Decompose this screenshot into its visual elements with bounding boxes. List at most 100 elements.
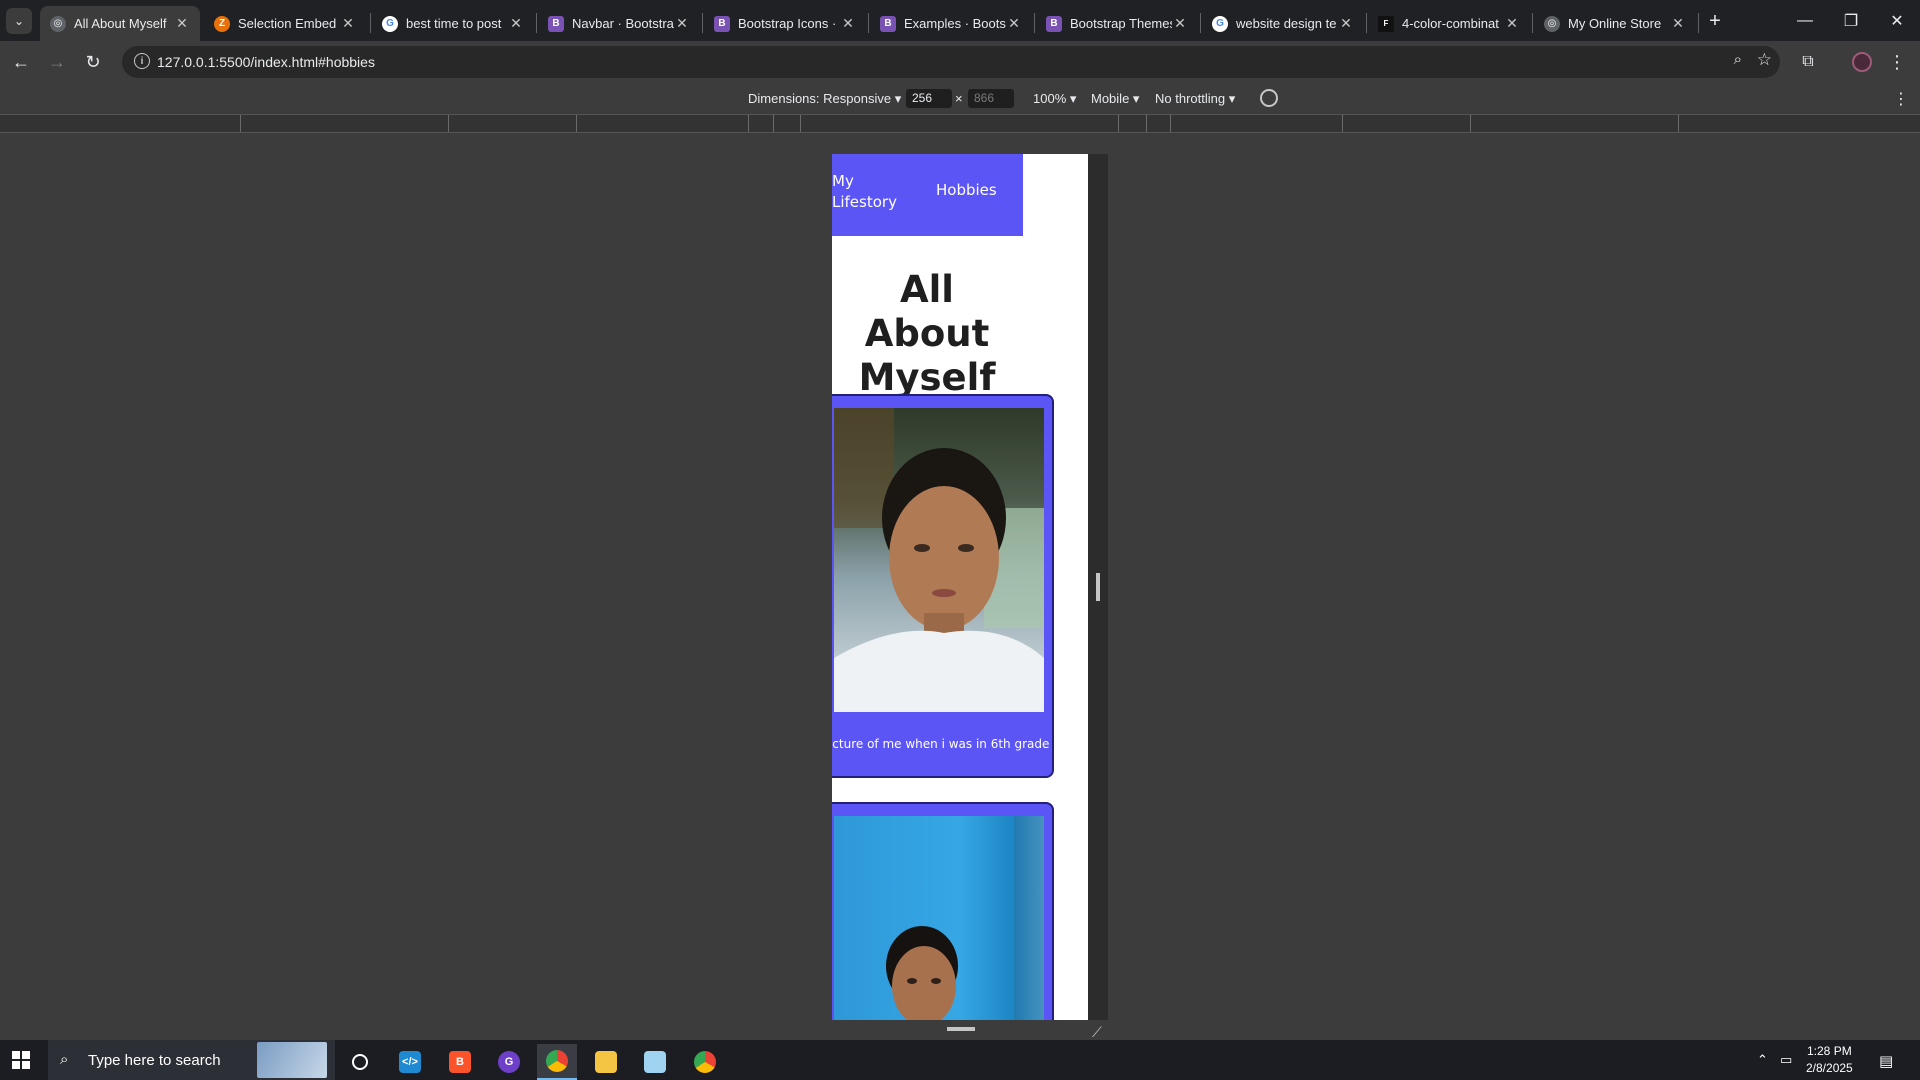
bootstrap-icon: B xyxy=(1046,15,1062,32)
reload-icon: ↻ xyxy=(85,51,101,72)
chrome-icon xyxy=(546,1050,568,1072)
notepad-icon xyxy=(644,1051,666,1073)
tab-title: website design te xyxy=(1236,16,1337,31)
restore-button[interactable]: ❐ xyxy=(1828,0,1874,41)
site-navbar: My Lifestory Hobbies xyxy=(832,154,1023,236)
close-icon[interactable]: ✕ xyxy=(508,15,524,32)
globe-icon: ◎ xyxy=(50,15,66,32)
close-icon[interactable]: ✕ xyxy=(674,15,690,32)
taskbar-search[interactable]: ⌕ Type here to search xyxy=(48,1040,335,1080)
media-query-bar[interactable] xyxy=(0,114,1920,133)
notifications-icon[interactable]: ▤ xyxy=(1879,1052,1893,1070)
dimensions-dropdown[interactable]: Dimensions: Responsive ▾ xyxy=(748,91,901,107)
taskbar-chrome-2[interactable] xyxy=(685,1044,725,1080)
tab-search-button[interactable]: ⌄ xyxy=(6,8,32,34)
tab-4-color-combinations[interactable]: F 4-color-combinat ✕ xyxy=(1368,6,1530,41)
taskbar-github-desktop[interactable]: G xyxy=(489,1044,529,1080)
close-window-button[interactable]: ✕ xyxy=(1874,0,1920,41)
restore-icon: ❐ xyxy=(1843,12,1859,30)
back-button[interactable]: ← xyxy=(8,49,34,75)
close-icon[interactable]: ✕ xyxy=(1172,15,1188,32)
close-icon[interactable]: ✕ xyxy=(1670,15,1686,32)
tab-my-online-store[interactable]: ◎ My Online Store ✕ xyxy=(1534,6,1696,41)
kebab-icon[interactable]: ⋮ xyxy=(1893,89,1909,109)
tab-examples-bootstrap[interactable]: B Examples · Bootstr ✕ xyxy=(870,6,1032,41)
dimensions-label: Dimensions: Responsive xyxy=(748,91,892,106)
start-button[interactable] xyxy=(12,1051,30,1069)
photo-card xyxy=(832,802,1054,1020)
minimize-button[interactable]: — xyxy=(1782,0,1828,41)
network-icon[interactable]: ▭ xyxy=(1780,1052,1792,1068)
taskbar-chrome[interactable] xyxy=(537,1044,577,1080)
address-bar[interactable]: i 127.0.0.1:5500/index.html#hobbies ⌕ ☆ xyxy=(122,46,1780,78)
search-icon: ⌕ xyxy=(60,1051,69,1068)
extensions-button[interactable]: ⧉ xyxy=(1795,49,1821,75)
profile-photo xyxy=(834,408,1044,712)
tab-title: My Online Store xyxy=(1568,16,1662,31)
resize-handle-bottom[interactable] xyxy=(947,1027,975,1031)
info-icon[interactable]: i xyxy=(134,53,150,69)
device-toolbar: Dimensions: Responsive ▾ 256 × 866 100% … xyxy=(0,83,1920,114)
zoom-icon[interactable]: ⌕ xyxy=(1734,51,1742,68)
arrow-left-icon: ← xyxy=(12,51,30,72)
tab-all-about-myself[interactable]: ◎ All About Myself ✕ xyxy=(40,6,200,41)
zoom-label: 100% xyxy=(1033,91,1067,106)
tab-title: Selection Embed xyxy=(238,16,337,31)
menu-button[interactable]: ⋮ xyxy=(1884,49,1910,75)
new-tab-button[interactable]: + xyxy=(1702,8,1728,34)
taskbar-clock[interactable]: 1:28 PM 2/8/2025 xyxy=(1806,1043,1853,1077)
brave-icon: B xyxy=(449,1051,471,1073)
taskbar-notepad[interactable] xyxy=(635,1044,675,1080)
tab-bootstrap-icons[interactable]: B Bootstrap Icons · ✕ xyxy=(704,6,866,41)
plus-icon: + xyxy=(1709,9,1721,32)
clock-date: 2/8/2025 xyxy=(1806,1061,1853,1075)
reload-button[interactable]: ↻ xyxy=(80,49,106,75)
caret-down-icon: ▾ xyxy=(1228,91,1236,106)
emulated-viewport[interactable]: My Lifestory Hobbies All About Myself Pi… xyxy=(832,154,1088,1020)
tab-bootstrap-themes[interactable]: B Bootstrap Themes ✕ xyxy=(1036,6,1198,41)
times-symbol: × xyxy=(955,91,963,106)
tab-navbar-bootstrap[interactable]: B Navbar · Bootstrap ✕ xyxy=(538,6,700,41)
tab-selection-embed[interactable]: Z Selection Embed ✕ xyxy=(204,6,366,41)
kebab-icon: ⋮ xyxy=(1888,51,1906,72)
tab-website-design[interactable]: G website design te ✕ xyxy=(1202,6,1364,41)
taskbar-vscode[interactable]: </> xyxy=(390,1044,430,1080)
tab-title: Navbar · Bootstrap xyxy=(572,16,674,31)
url-text[interactable]: 127.0.0.1:5500/index.html#hobbies xyxy=(157,54,375,70)
vscode-icon: </> xyxy=(399,1051,421,1073)
taskbar-file-explorer[interactable] xyxy=(586,1044,626,1080)
globe-icon: ◎ xyxy=(1544,15,1560,32)
rotate-icon[interactable] xyxy=(1260,89,1278,107)
avatar[interactable] xyxy=(1852,52,1872,72)
width-input[interactable]: 256 xyxy=(906,89,952,108)
chevron-up-icon[interactable]: ⌃ xyxy=(1757,1052,1768,1068)
close-icon[interactable]: ✕ xyxy=(1338,15,1354,32)
resize-corner-icon[interactable]: ⟋ xyxy=(1092,1024,1102,1041)
tab-best-time-to-post[interactable]: G best time to post ✕ xyxy=(372,6,534,41)
chrome-icon xyxy=(694,1051,716,1073)
height-input[interactable]: 866 xyxy=(968,89,1014,108)
tab-title: All About Myself xyxy=(74,16,167,31)
star-icon[interactable]: ☆ xyxy=(1757,50,1772,70)
close-icon[interactable]: ✕ xyxy=(1504,15,1520,32)
device-type-dropdown[interactable]: Mobile ▾ xyxy=(1091,91,1139,107)
task-view-button[interactable] xyxy=(340,1044,380,1080)
close-icon[interactable]: ✕ xyxy=(1006,15,1022,32)
caret-down-icon: ▾ xyxy=(1132,91,1140,106)
page-title: All About Myself xyxy=(858,268,996,399)
tab-title: best time to post xyxy=(406,16,502,31)
close-icon: ✕ xyxy=(1890,12,1904,30)
close-icon[interactable]: ✕ xyxy=(840,15,856,32)
nav-link-my-lifestory[interactable]: My Lifestory xyxy=(832,171,902,213)
close-icon[interactable]: ✕ xyxy=(174,15,190,32)
resize-handle-right[interactable] xyxy=(1096,573,1100,601)
forward-button[interactable]: → xyxy=(44,49,70,75)
close-icon[interactable]: ✕ xyxy=(340,15,356,32)
github-icon: G xyxy=(498,1051,520,1073)
nav-link-hobbies[interactable]: Hobbies xyxy=(936,181,997,199)
throttling-dropdown[interactable]: No throttling ▾ xyxy=(1155,91,1235,107)
taskbar-brave[interactable]: B xyxy=(440,1044,480,1080)
zoom-dropdown[interactable]: 100% ▾ xyxy=(1033,91,1076,107)
windows-taskbar: ⌕ Type here to search </> B G ⌃ ▭ 1:28 P… xyxy=(0,1040,1920,1080)
tab-title: Bootstrap Themes xyxy=(1070,16,1172,31)
